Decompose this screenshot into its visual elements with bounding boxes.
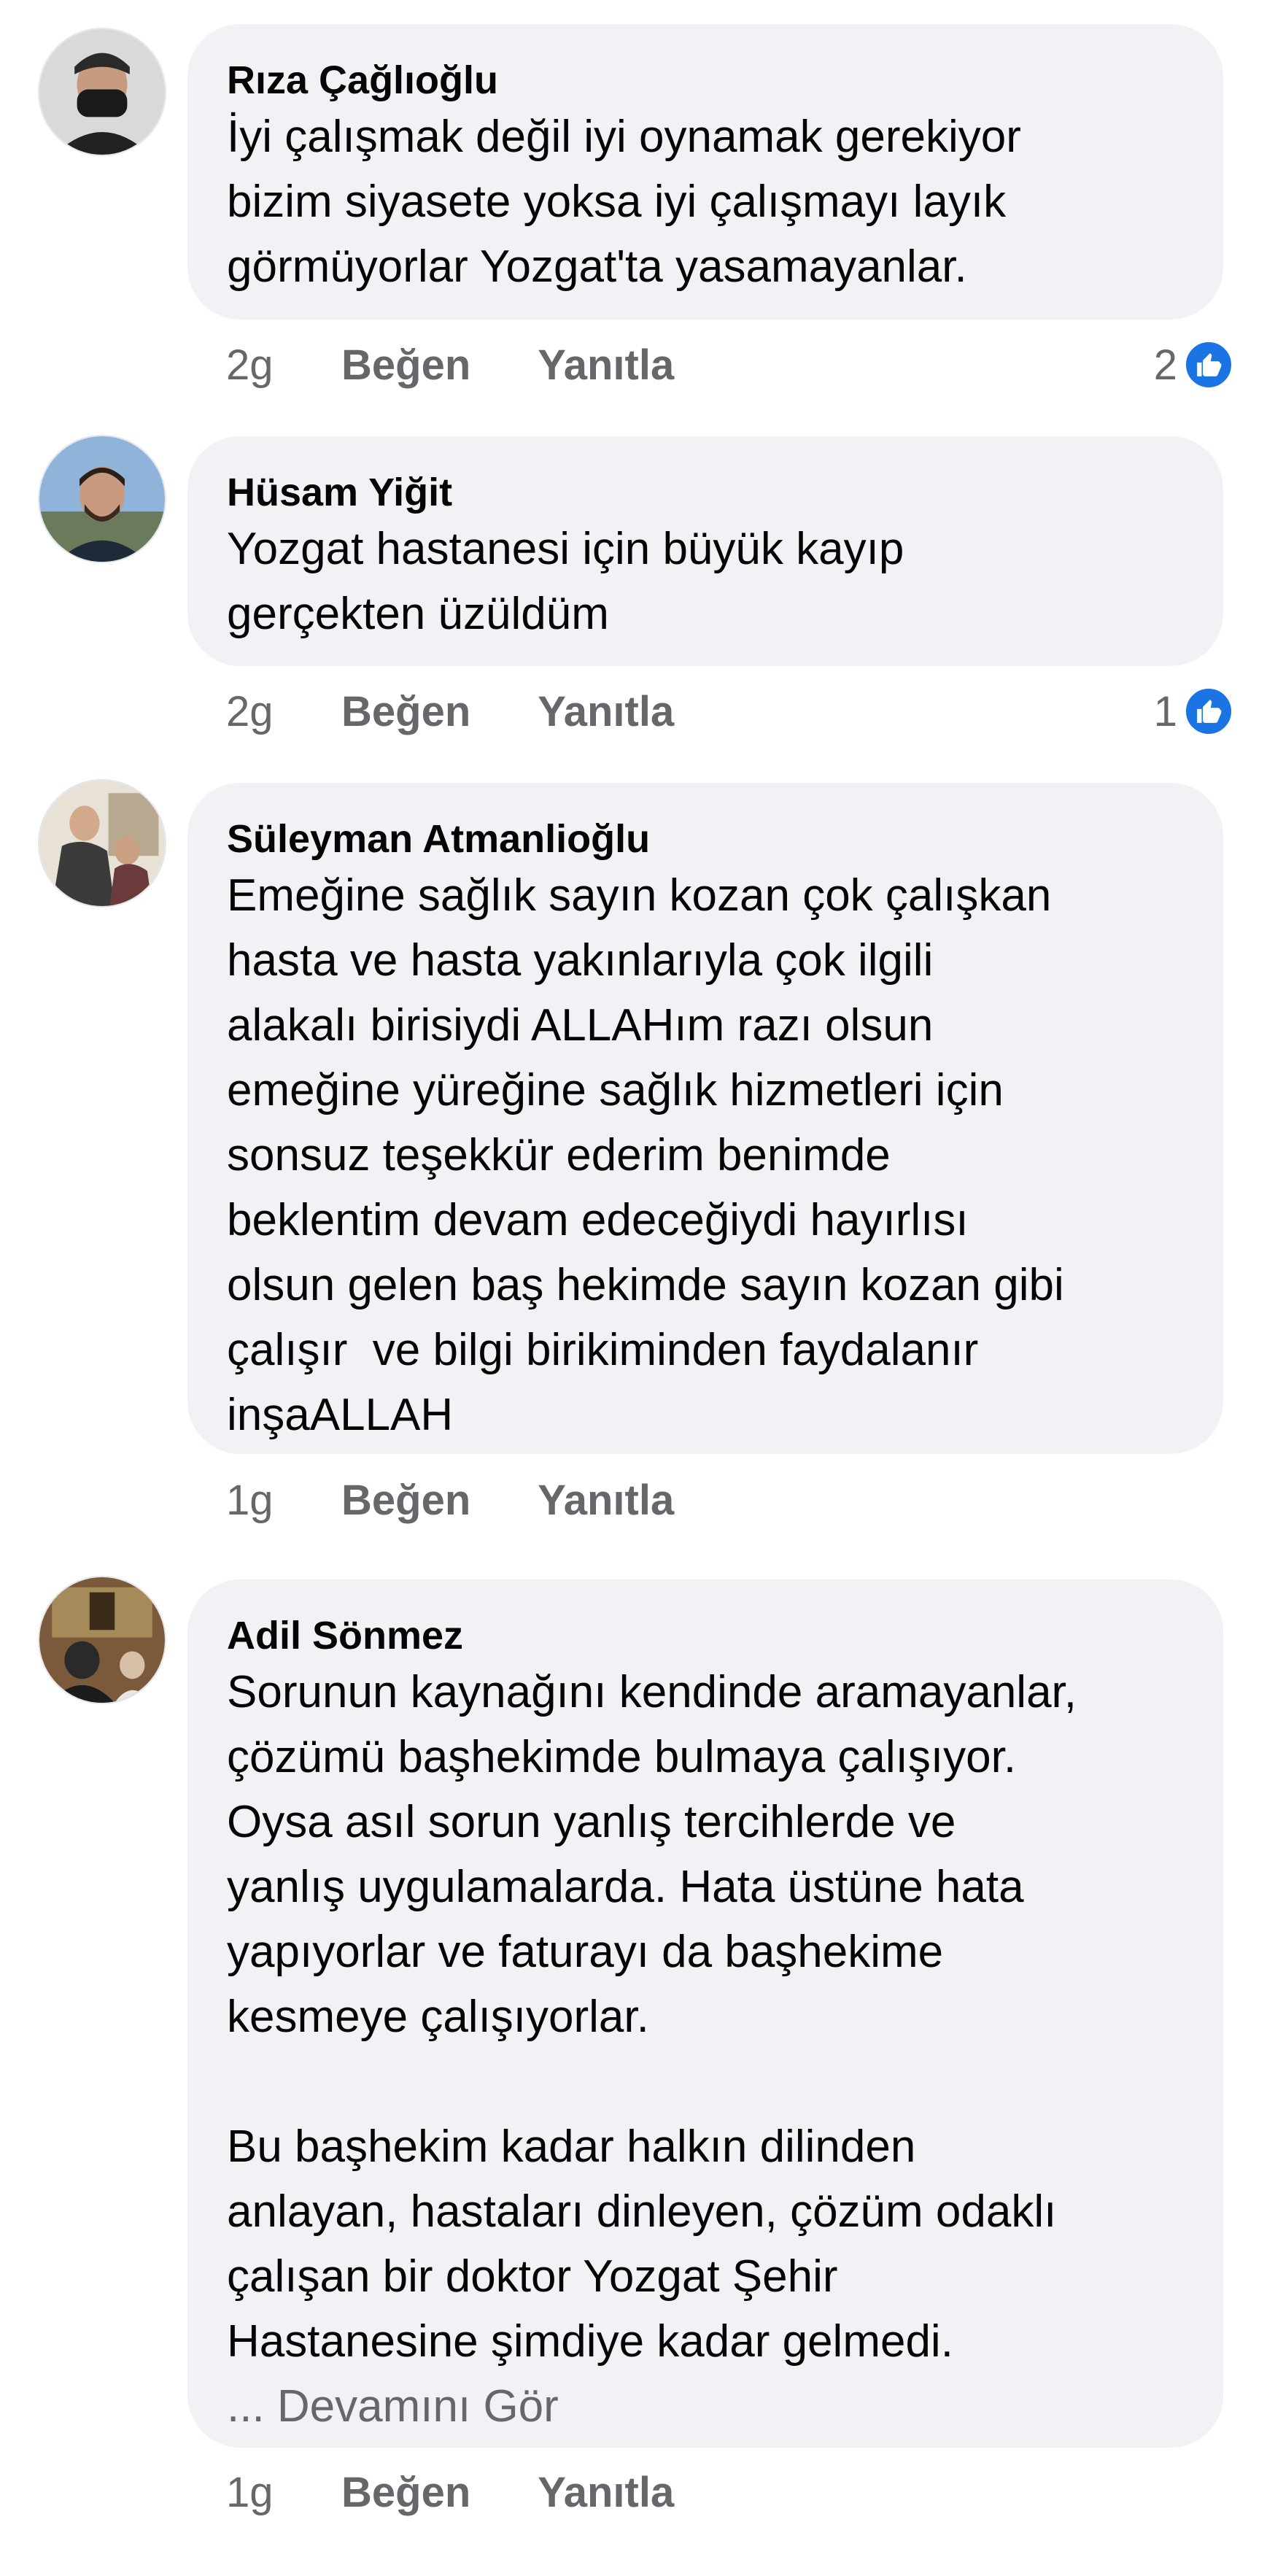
profile-photo-icon bbox=[39, 1577, 165, 1703]
comment-bubble: Hüsam Yiğit Yozgat hastanesi için büyük … bbox=[187, 436, 1223, 666]
comment-time[interactable]: 2g bbox=[226, 687, 341, 736]
profile-photo-icon bbox=[39, 29, 165, 155]
comment-author[interactable]: Rıza Çağlıoğlu bbox=[227, 56, 1184, 104]
reaction-count: 1 bbox=[1153, 687, 1177, 735]
comment-author[interactable]: Adil Sönmez bbox=[227, 1612, 1184, 1660]
avatar[interactable] bbox=[38, 28, 166, 156]
reply-button[interactable]: Yanıtla bbox=[538, 341, 674, 390]
comment-time[interactable]: 2g bbox=[226, 341, 341, 390]
comment-author[interactable]: Hüsam Yiğit bbox=[227, 468, 1184, 517]
like-button[interactable]: Beğen bbox=[341, 1476, 470, 1525]
thumbs-up-icon bbox=[1183, 339, 1234, 390]
like-button[interactable]: Beğen bbox=[341, 341, 470, 390]
comment-actions: 1g Beğen Yanıtla bbox=[226, 2463, 741, 2521]
profile-photo-icon bbox=[39, 436, 165, 562]
avatar[interactable] bbox=[38, 1576, 166, 1704]
reply-button[interactable]: Yanıtla bbox=[538, 687, 674, 736]
like-button[interactable]: Beğen bbox=[341, 2468, 470, 2517]
comment-bubble: Süleyman Atmanlioğlu Emeğine sağlık sayı… bbox=[187, 783, 1223, 1454]
reply-button[interactable]: Yanıtla bbox=[538, 2468, 674, 2517]
thumbs-up-icon bbox=[1183, 686, 1234, 737]
comment-text: Yozgat hastanesi için büyük kayıp gerçek… bbox=[227, 524, 904, 639]
reaction-count: 2 bbox=[1153, 341, 1177, 389]
avatar[interactable] bbox=[38, 779, 166, 908]
like-button[interactable]: Beğen bbox=[341, 687, 470, 736]
comment-actions: 2g Beğen Yanıtla bbox=[226, 682, 741, 740]
comment-bubble: Rıza Çağlıoğlu İyi çalışmak değil iyi oy… bbox=[187, 24, 1223, 320]
comment-time[interactable]: 1g bbox=[226, 1476, 341, 1525]
comment-actions: 2g Beğen Yanıtla bbox=[226, 336, 741, 394]
comment-bubble: Adil Sönmez Sorunun kaynağını kendinde a… bbox=[187, 1579, 1223, 2448]
comment-text: Sorunun kaynağını kendinde aramayanlar, … bbox=[227, 1667, 1077, 2367]
profile-photo-icon bbox=[39, 781, 165, 906]
reaction-summary[interactable]: 1 bbox=[1154, 682, 1234, 740]
reaction-summary[interactable]: 2 bbox=[1154, 336, 1234, 394]
comment-author[interactable]: Süleyman Atmanlioğlu bbox=[227, 815, 1184, 863]
comment-text: Emeğine sağlık sayın kozan çok çalışkan … bbox=[227, 870, 1064, 1440]
comment-time[interactable]: 1g bbox=[226, 2468, 341, 2517]
comment-text: İyi çalışmak değil iyi oynamak gerekiyor… bbox=[227, 112, 1021, 292]
see-more-link[interactable]: ... Devamını Gör bbox=[227, 2374, 1184, 2439]
comment-actions: 1g Beğen Yanıtla bbox=[226, 1471, 741, 1529]
reply-button[interactable]: Yanıtla bbox=[538, 1476, 674, 1525]
avatar[interactable] bbox=[38, 435, 166, 563]
